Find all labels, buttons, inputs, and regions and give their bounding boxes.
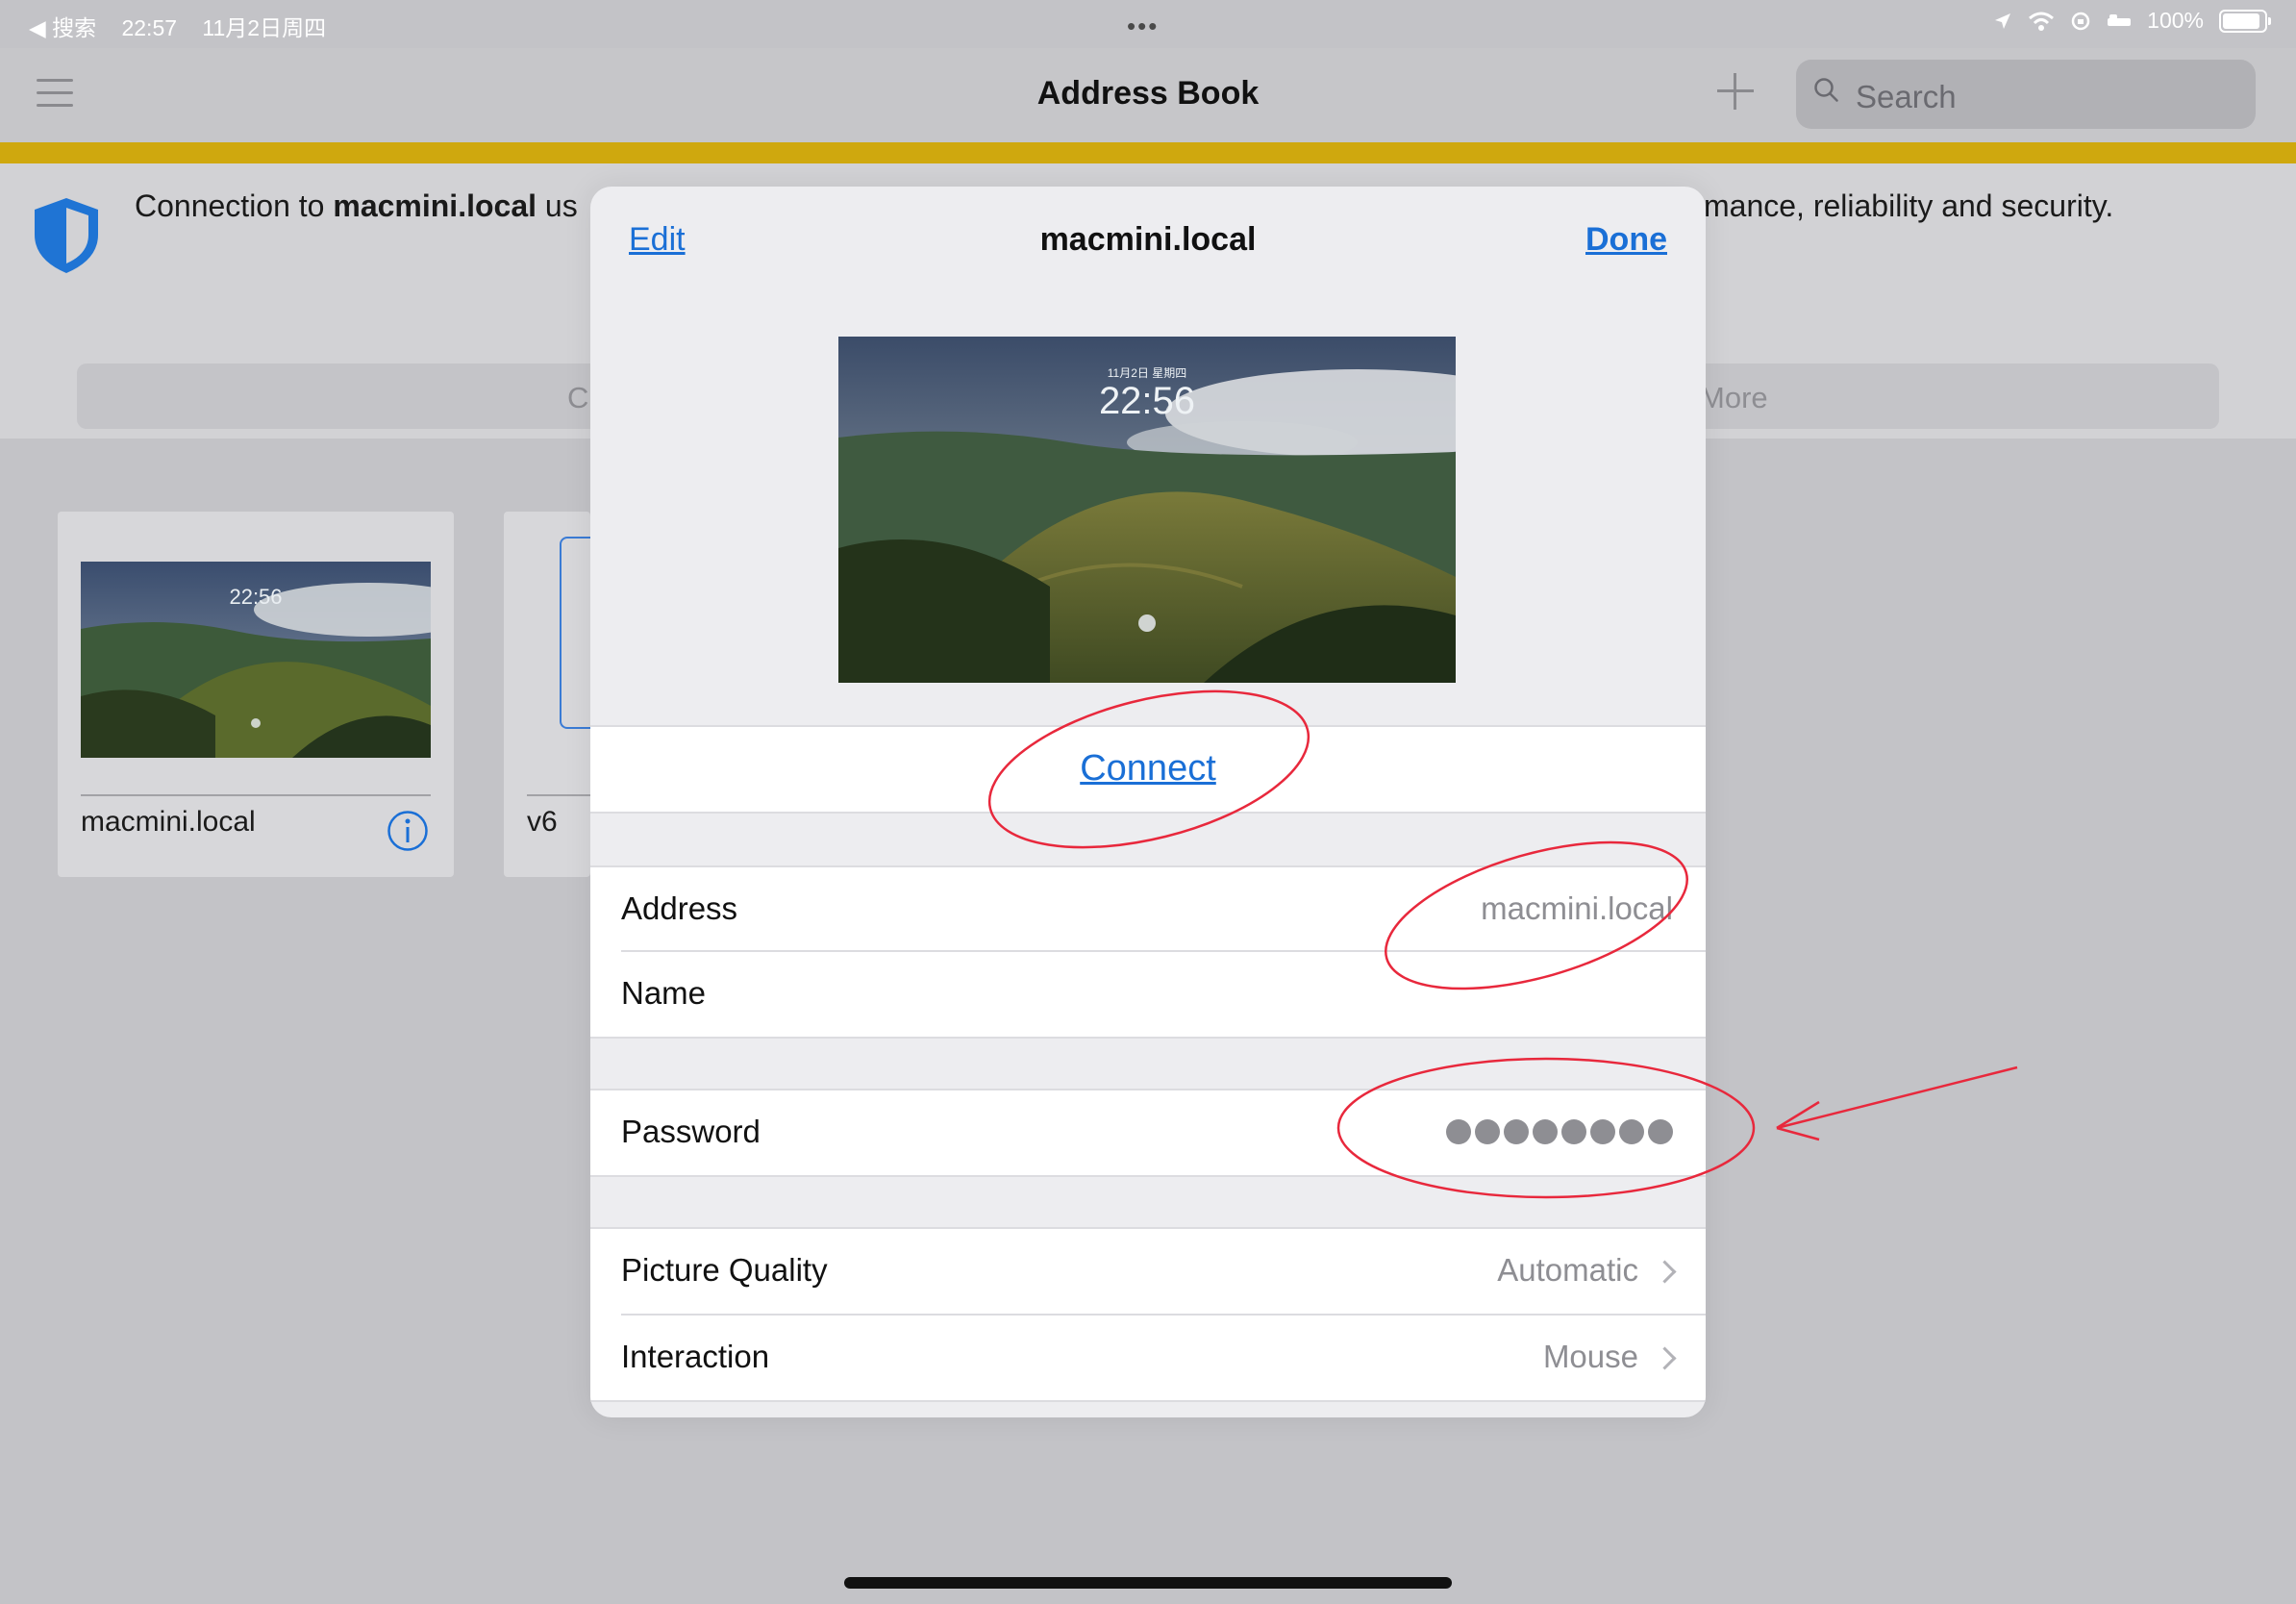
preview-time: 22:56 bbox=[1099, 380, 1195, 422]
password-field[interactable] bbox=[1446, 1119, 1673, 1144]
password-dot bbox=[1533, 1119, 1558, 1144]
address-label: Address bbox=[621, 890, 738, 926]
status-right: 100% bbox=[1993, 8, 2271, 34]
password-dot bbox=[1590, 1119, 1615, 1144]
address-value[interactable]: macmini.local bbox=[1481, 890, 1673, 927]
row-separator bbox=[621, 950, 1706, 952]
password-dot bbox=[1446, 1119, 1471, 1144]
connection-card-macmini[interactable]: 22:56 macmini.local bbox=[58, 512, 454, 877]
battery-percent: 100% bbox=[2147, 8, 2204, 33]
search-input[interactable]: Search bbox=[1796, 60, 2256, 129]
back-to-search[interactable]: ◀ 搜索 bbox=[29, 15, 96, 40]
status-time: 22:57 bbox=[121, 15, 178, 40]
interaction-label: Interaction bbox=[621, 1339, 770, 1374]
card-divider bbox=[81, 794, 431, 796]
picture-quality-label: Picture Quality bbox=[621, 1252, 828, 1288]
chevron-right-icon bbox=[1653, 1346, 1677, 1370]
orientation-lock-icon bbox=[2071, 12, 2090, 30]
card-label: macmini.local bbox=[81, 806, 256, 838]
location-icon bbox=[1995, 13, 2011, 29]
password-row[interactable]: Password bbox=[590, 1089, 1706, 1177]
search-placeholder: Search bbox=[1856, 79, 1957, 114]
banner-text: Connection to macmini.local us bbox=[135, 188, 578, 223]
password-label: Password bbox=[621, 1114, 761, 1149]
plus-icon[interactable] bbox=[1717, 73, 1754, 110]
segment-more[interactable]: More bbox=[1700, 381, 1768, 415]
name-field[interactable] bbox=[1135, 975, 1673, 1014]
connect-row[interactable]: Connect bbox=[590, 725, 1706, 814]
password-dot bbox=[1504, 1119, 1529, 1144]
battery-icon bbox=[2219, 9, 2271, 33]
address-group: Address macmini.local Name bbox=[590, 865, 1706, 1039]
modal-title: macmini.local bbox=[1039, 221, 1257, 258]
modal-header: Edit macmini.local Done bbox=[590, 187, 1706, 292]
status-bar: ◀ 搜索 22:57 11月2日周四 ••• 100% bbox=[0, 0, 2296, 48]
interaction-value: Mouse bbox=[1542, 1339, 1638, 1374]
sleep-icon bbox=[2108, 13, 2132, 26]
nav-bar: Address Book Search bbox=[0, 48, 2296, 142]
home-indicator[interactable] bbox=[844, 1577, 1452, 1589]
wifi-icon bbox=[2029, 12, 2055, 31]
status-left: ◀ 搜索 22:57 11月2日周四 bbox=[29, 10, 345, 42]
banner-text-right: mance, reliability and security. bbox=[1704, 188, 2114, 223]
card-label: v6 bbox=[527, 806, 558, 838]
settings-group: Picture Quality Automatic Interaction Mo… bbox=[590, 1227, 1706, 1402]
chevron-right-icon bbox=[1653, 1260, 1677, 1284]
shield-icon bbox=[35, 198, 98, 273]
picture-quality-row[interactable]: Picture Quality Automatic bbox=[590, 1229, 1706, 1314]
password-dot bbox=[1561, 1119, 1586, 1144]
connection-card-v6[interactable]: v6 bbox=[504, 512, 600, 877]
segment-left[interactable]: C bbox=[567, 381, 588, 415]
password-dot bbox=[1475, 1119, 1500, 1144]
connection-detail-modal: Edit macmini.local Done 11月2日 星期四 22:56 … bbox=[590, 187, 1706, 1417]
preview-date: 11月2日 星期四 bbox=[1108, 366, 1186, 380]
connect-button[interactable]: Connect bbox=[590, 748, 1706, 789]
card-divider bbox=[527, 794, 594, 796]
screen-preview: 11月2日 星期四 22:56 bbox=[838, 337, 1456, 683]
card-thumb-time: 22:56 bbox=[229, 585, 282, 609]
done-button[interactable]: Done bbox=[1585, 221, 1667, 259]
warning-bar bbox=[0, 142, 2296, 163]
annotation-arrow bbox=[1776, 1065, 2018, 1141]
name-label: Name bbox=[621, 975, 707, 1011]
battery-fill bbox=[2223, 13, 2259, 29]
multitasking-dots[interactable]: ••• bbox=[1127, 12, 1159, 41]
search-icon bbox=[1814, 78, 1838, 102]
password-dot bbox=[1648, 1119, 1673, 1144]
card-thumbnail: 22:56 bbox=[81, 562, 431, 758]
info-icon[interactable] bbox=[387, 810, 429, 852]
picture-quality-value: Automatic bbox=[1497, 1252, 1638, 1288]
status-date: 11月2日周四 bbox=[202, 15, 327, 40]
interaction-row[interactable]: Interaction Mouse bbox=[590, 1316, 1706, 1400]
password-dot bbox=[1619, 1119, 1644, 1144]
